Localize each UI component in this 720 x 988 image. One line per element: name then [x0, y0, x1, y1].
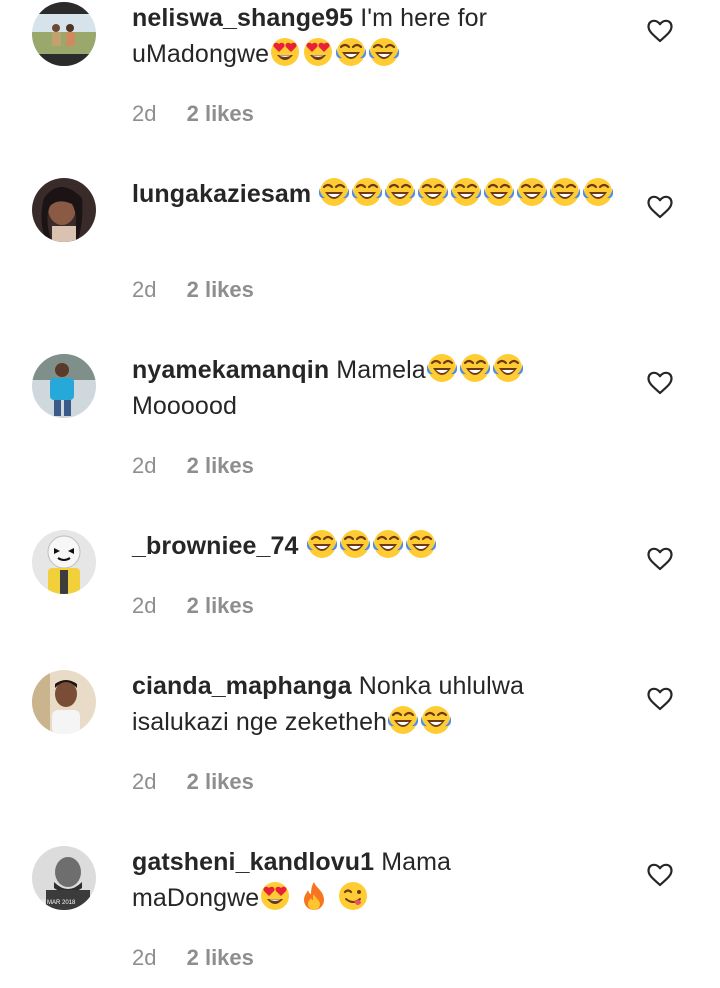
comment-username[interactable]: _browniee_74 — [132, 532, 299, 560]
comment-timestamp: 2d — [132, 593, 157, 618]
tears-of-joy-emoji-icon — [372, 528, 404, 560]
comment-likes-count[interactable]: 2 likes — [187, 101, 254, 126]
heart-eyes-emoji-icon — [259, 880, 291, 912]
comment-text-line2: maDongwe — [132, 884, 260, 912]
tears-of-joy-emoji-icon — [420, 704, 452, 736]
tears-of-joy-emoji-icon — [339, 528, 371, 560]
avatar[interactable] — [32, 530, 96, 594]
comment-likes-count[interactable]: 2 likes — [187, 945, 254, 970]
tears-of-joy-emoji-icon — [318, 176, 350, 208]
like-heart-icon[interactable] — [647, 371, 673, 395]
tears-of-joy-emoji-icon — [368, 36, 400, 68]
comment-username[interactable]: neliswa_shange95 — [132, 4, 353, 32]
tears-of-joy-emoji-icon — [335, 36, 367, 68]
heart-eyes-emoji-icon — [302, 36, 334, 68]
comment-meta: 2d 2 likes — [132, 101, 254, 127]
comment-body: lungakaziesam — [132, 176, 622, 212]
tears-of-joy-emoji-icon — [582, 176, 614, 208]
tears-of-joy-emoji-icon — [450, 176, 482, 208]
comment-likes-count[interactable]: 2 likes — [187, 769, 254, 794]
comment-timestamp: 2d — [132, 945, 157, 970]
like-heart-icon[interactable] — [647, 687, 673, 711]
comment-text: Nonka uhlulwa — [358, 672, 524, 700]
comment-username[interactable]: gatsheni_kandlovu1 — [132, 848, 374, 876]
comment-timestamp: 2d — [132, 101, 157, 126]
like-heart-icon[interactable] — [647, 19, 673, 43]
avatar[interactable] — [32, 354, 96, 418]
comment-likes-count[interactable]: 2 likes — [187, 593, 254, 618]
like-heart-icon[interactable] — [647, 547, 673, 571]
comment-likes-count[interactable]: 2 likes — [187, 277, 254, 302]
like-heart-icon[interactable] — [647, 195, 673, 219]
comment-body: nyamekamanqin Mamela Moooood — [132, 352, 622, 424]
tears-of-joy-emoji-icon — [387, 704, 419, 736]
comment-meta: 2d 2 likes — [132, 945, 254, 971]
comment-likes-count[interactable]: 2 likes — [187, 453, 254, 478]
comment-body: _browniee_74 — [132, 528, 622, 564]
comment-body: gatsheni_kandlovu1 Mama maDongwe — [132, 844, 622, 916]
comment-username[interactable]: lungakaziesam — [132, 180, 311, 208]
comment-username[interactable]: nyamekamanqin — [132, 356, 329, 384]
tears-of-joy-emoji-icon — [384, 176, 416, 208]
avatar[interactable] — [32, 670, 96, 734]
comment-body: neliswa_shange95 I'm here for uMadongwe — [132, 0, 622, 72]
tears-of-joy-emoji-icon — [351, 176, 383, 208]
comment-timestamp: 2d — [132, 769, 157, 794]
comment-text-line2: Moooood — [132, 392, 237, 420]
comment-meta: 2d 2 likes — [132, 593, 254, 619]
tears-of-joy-emoji-icon — [417, 176, 449, 208]
tears-of-joy-emoji-icon — [483, 176, 515, 208]
fire-emoji-icon — [298, 880, 330, 912]
tears-of-joy-emoji-icon — [549, 176, 581, 208]
comment-timestamp: 2d — [132, 277, 157, 302]
avatar[interactable] — [32, 178, 96, 242]
avatar[interactable]: 3B MAR 2018 — [32, 846, 96, 910]
comment-text-line2: isalukazi nge zeketheh — [132, 708, 388, 736]
heart-eyes-emoji-icon — [269, 36, 301, 68]
tears-of-joy-emoji-icon — [492, 352, 524, 384]
avatar[interactable] — [32, 2, 96, 66]
comment-meta: 2d 2 likes — [132, 453, 254, 479]
yum-emoji-icon — [337, 880, 369, 912]
comment-text: Mama — [381, 848, 452, 876]
comment-meta: 2d 2 likes — [132, 769, 254, 795]
tears-of-joy-emoji-icon — [459, 352, 491, 384]
tears-of-joy-emoji-icon — [405, 528, 437, 560]
comment-text: Mamela — [336, 356, 426, 384]
avatar-date-stamp: 3B MAR 2018 — [38, 900, 76, 906]
tears-of-joy-emoji-icon — [306, 528, 338, 560]
comment-username[interactable]: cianda_maphanga — [132, 672, 352, 700]
comment-meta: 2d 2 likes — [132, 277, 254, 303]
tears-of-joy-emoji-icon — [516, 176, 548, 208]
like-heart-icon[interactable] — [647, 863, 673, 887]
tears-of-joy-emoji-icon — [426, 352, 458, 384]
comment-body: cianda_maphanga Nonka uhlulwa isalukazi … — [132, 668, 622, 740]
comment-timestamp: 2d — [132, 453, 157, 478]
